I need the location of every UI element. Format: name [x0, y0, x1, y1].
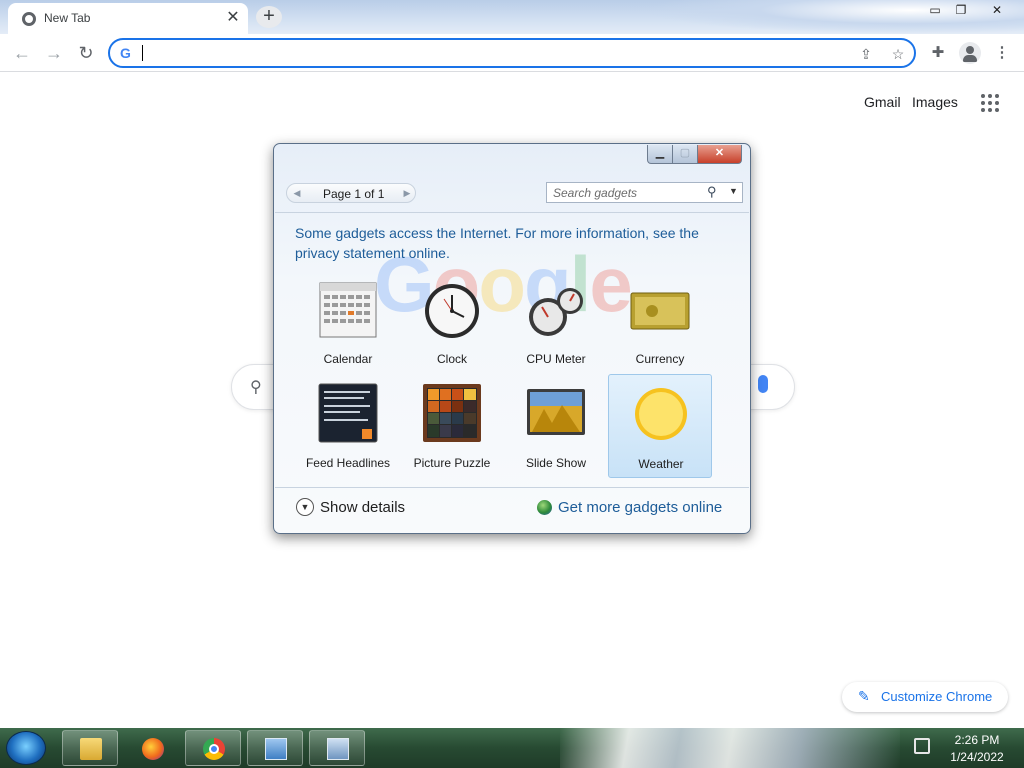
magnifier-icon[interactable]: ⚲: [707, 184, 717, 200]
gadget-feed-headlines[interactable]: Feed Headlines: [298, 379, 398, 479]
customize-chrome-label: Customize Chrome: [881, 689, 993, 704]
gadget-clock[interactable]: Clock: [402, 275, 502, 375]
forward-button[interactable]: →: [43, 42, 65, 64]
tab-new-tab[interactable]: New Tab ✕: [8, 3, 248, 34]
file-explorer-icon: [80, 738, 102, 760]
pencil-icon: ✎: [858, 688, 870, 704]
gadget-label: CPU Meter: [526, 352, 586, 366]
gadget-label: Picture Puzzle: [413, 456, 491, 470]
gadget-currency[interactable]: Currency: [610, 275, 710, 375]
desktop-wallpaper-strip: [560, 728, 900, 768]
clock-icon: [422, 279, 482, 339]
next-page-button[interactable]: ▶: [399, 185, 415, 201]
picture-puzzle-icon: [422, 383, 482, 443]
currency-icon: [630, 279, 690, 339]
clock-date[interactable]: 1/24/2022: [944, 750, 1010, 764]
chevron-down-icon[interactable]: ▼: [296, 498, 314, 516]
gadget-window-minimize-button[interactable]: ▁: [647, 145, 673, 164]
previous-page-button[interactable]: ◀: [289, 185, 305, 201]
share-icon[interactable]: ⇪: [856, 44, 876, 64]
page-navigator: ◀ Page 1 of 1 ▶: [286, 183, 416, 203]
chrome-icon: [203, 738, 225, 760]
extensions-puzzle-icon[interactable]: ✚: [927, 42, 949, 64]
calendar-icon: [318, 279, 378, 339]
bookmark-star-icon[interactable]: ☆: [888, 44, 908, 64]
page-indicator: Page 1 of 1: [323, 187, 385, 201]
dropdown-arrow-icon[interactable]: ▼: [729, 186, 738, 196]
show-details-button[interactable]: Show details: [320, 499, 405, 516]
divider: [275, 212, 749, 213]
gadget-window-maximize-button[interactable]: ▢: [672, 145, 698, 164]
profile-avatar-icon[interactable]: [959, 42, 981, 64]
globe-icon: [537, 500, 552, 515]
microphone-icon[interactable]: [758, 375, 768, 393]
gadget-calendar[interactable]: Calendar: [298, 275, 398, 375]
get-more-gadgets-link[interactable]: Get more gadgets online: [558, 499, 722, 516]
chrome-favicon-icon: [22, 12, 36, 26]
start-button[interactable]: [6, 731, 46, 765]
tab-title: New Tab: [44, 11, 91, 25]
gadget-weather[interactable]: Weather: [608, 374, 712, 478]
firefox-icon: [142, 738, 164, 760]
taskbar-control-panel[interactable]: [247, 730, 303, 766]
gmail-link[interactable]: Gmail: [864, 94, 901, 110]
chrome-menu-icon[interactable]: ⋮: [991, 42, 1013, 64]
gadget-label: Calendar: [323, 352, 373, 366]
tab-close-button[interactable]: ✕: [224, 9, 242, 27]
gadget-cpu-meter[interactable]: CPU Meter: [506, 275, 606, 375]
google-g-icon: G: [120, 45, 131, 61]
control-panel-icon: [265, 738, 287, 760]
gadget-label: Feed Headlines: [305, 456, 391, 470]
windows-taskbar: 2:26 PM 1/24/2022: [0, 728, 1024, 768]
search-icon: ⚲: [250, 379, 262, 396]
taskbar-gadgets[interactable]: [309, 730, 365, 766]
window-close-button[interactable]: ✕: [984, 1, 1010, 19]
customize-chrome-button[interactable]: ✎ Customize Chrome: [842, 682, 1008, 712]
tab-strip: New Tab ✕ + ▭ ❐ ✕: [0, 0, 1024, 34]
slide-show-icon: [526, 383, 586, 443]
search-gadgets-placeholder: Search gadgets: [553, 186, 638, 200]
cpu-meter-icon: [526, 279, 586, 339]
gadget-picture-puzzle[interactable]: Picture Puzzle: [402, 379, 502, 479]
taskbar-firefox[interactable]: [124, 730, 180, 766]
gadget-label: Currency: [635, 352, 685, 366]
gadget-label: Clock: [436, 352, 467, 366]
back-button[interactable]: ←: [11, 42, 33, 64]
search-gadgets-input[interactable]: Search gadgets ⚲ ▼: [546, 182, 743, 203]
text-caret: [142, 45, 143, 61]
google-apps-icon[interactable]: [981, 94, 999, 112]
new-tab-button[interactable]: +: [256, 6, 282, 28]
taskbar-file-explorer[interactable]: [62, 730, 118, 766]
weather-icon: [631, 384, 691, 444]
images-link[interactable]: Images: [912, 94, 958, 110]
clock-time[interactable]: 2:26 PM: [944, 733, 1010, 747]
network-icon[interactable]: [914, 738, 930, 754]
gadget-slide-show[interactable]: Slide Show: [506, 379, 606, 479]
window-minimize-button[interactable]: ▭: [922, 1, 948, 19]
feed-headlines-icon: [318, 383, 378, 443]
gadget-label: Weather: [638, 457, 684, 471]
internet-notice[interactable]: Some gadgets access the Internet. For mo…: [295, 223, 725, 263]
gadgets-icon: [327, 738, 349, 760]
address-bar[interactable]: G ⇪ ☆: [108, 38, 916, 68]
divider: [275, 487, 749, 488]
taskbar-chrome[interactable]: [185, 730, 241, 766]
window-restore-button[interactable]: ❐: [948, 1, 974, 19]
gadget-window-close-button[interactable]: ✕: [697, 145, 742, 164]
gadget-gallery-window: Google ▁ ▢ ✕ ◀ Page 1 of 1 ▶ Search gadg…: [273, 143, 751, 534]
gadget-label: Slide Show: [525, 456, 587, 470]
reload-button[interactable]: ↻: [75, 42, 97, 64]
